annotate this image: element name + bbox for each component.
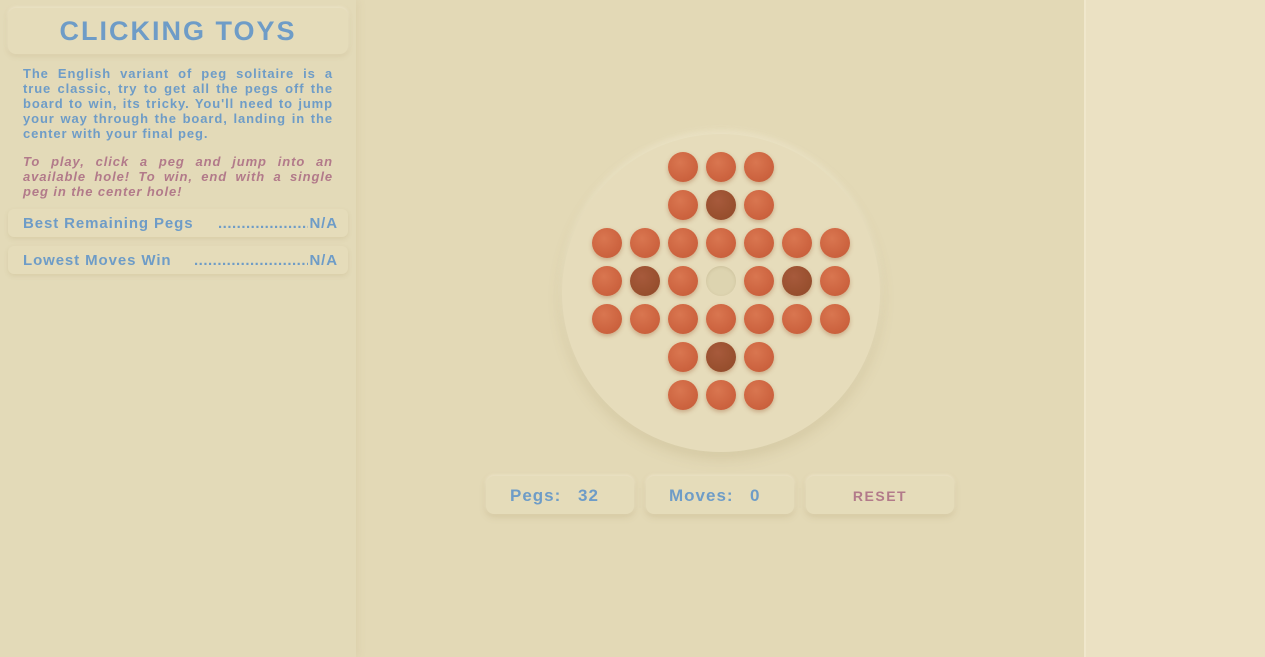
board-peg[interactable] (820, 304, 850, 334)
moves-value: 0 (750, 486, 761, 505)
board-peg[interactable] (668, 152, 698, 182)
board-hole[interactable] (706, 266, 736, 296)
board-peg[interactable] (782, 266, 812, 296)
board-peg[interactable] (782, 228, 812, 258)
board-peg[interactable] (744, 266, 774, 296)
stat-value: N/A (309, 215, 338, 232)
board-peg[interactable] (668, 266, 698, 296)
pegs-counter: Pegs: 32 (486, 476, 634, 514)
board-peg[interactable] (668, 380, 698, 410)
board-peg[interactable] (592, 228, 622, 258)
pegs-label: Pegs: (510, 486, 562, 505)
board-peg[interactable] (668, 304, 698, 334)
stat-label: Lowest Moves Win (23, 252, 172, 269)
reset-button[interactable]: RESET (806, 476, 954, 514)
board-peg[interactable] (706, 228, 736, 258)
stat-leader-dots: .................................. (194, 252, 308, 269)
stat-leader-dots: ............................ (218, 215, 308, 232)
sidebar: CLICKING TOYS The English variant of peg… (0, 0, 356, 657)
board-peg[interactable] (592, 266, 622, 296)
board-peg[interactable] (706, 190, 736, 220)
board-peg[interactable] (630, 266, 660, 296)
peg-board (562, 134, 880, 452)
stat-lowest-moves-win: Lowest Moves Win .......................… (8, 246, 348, 274)
title-card: CLICKING TOYS (8, 8, 348, 54)
stat-value: N/A (309, 252, 338, 269)
board-peg[interactable] (706, 152, 736, 182)
board-peg[interactable] (630, 304, 660, 334)
moves-counter: Moves: 0 (646, 476, 794, 514)
board-peg[interactable] (744, 342, 774, 372)
right-panel (1084, 0, 1265, 657)
board-peg[interactable] (630, 228, 660, 258)
reset-label: RESET (852, 488, 908, 504)
board-peg[interactable] (820, 266, 850, 296)
board-peg[interactable] (744, 380, 774, 410)
board-peg[interactable] (782, 304, 812, 334)
board-peg[interactable] (744, 152, 774, 182)
board-peg[interactable] (706, 304, 736, 334)
board-peg[interactable] (592, 304, 622, 334)
stat-label: Best Remaining Pegs (23, 215, 194, 232)
board-peg[interactable] (744, 228, 774, 258)
board-peg[interactable] (668, 342, 698, 372)
board-peg[interactable] (744, 190, 774, 220)
board-peg[interactable] (668, 190, 698, 220)
board-peg[interactable] (706, 380, 736, 410)
moves-label: Moves: (669, 486, 734, 505)
app-title: CLICKING TOYS (59, 15, 297, 46)
stat-best-remaining-pegs: Best Remaining Pegs ....................… (8, 209, 348, 237)
board-peg[interactable] (820, 228, 850, 258)
board-peg[interactable] (706, 342, 736, 372)
game-instructions: To play, click a peg and jump into an av… (23, 154, 333, 199)
page: CLICKING TOYS The English variant of peg… (0, 0, 1265, 657)
game-description: The English variant of peg solitaire is … (23, 66, 333, 141)
board-peg[interactable] (744, 304, 774, 334)
board-peg[interactable] (668, 228, 698, 258)
pegs-value: 32 (578, 486, 599, 505)
